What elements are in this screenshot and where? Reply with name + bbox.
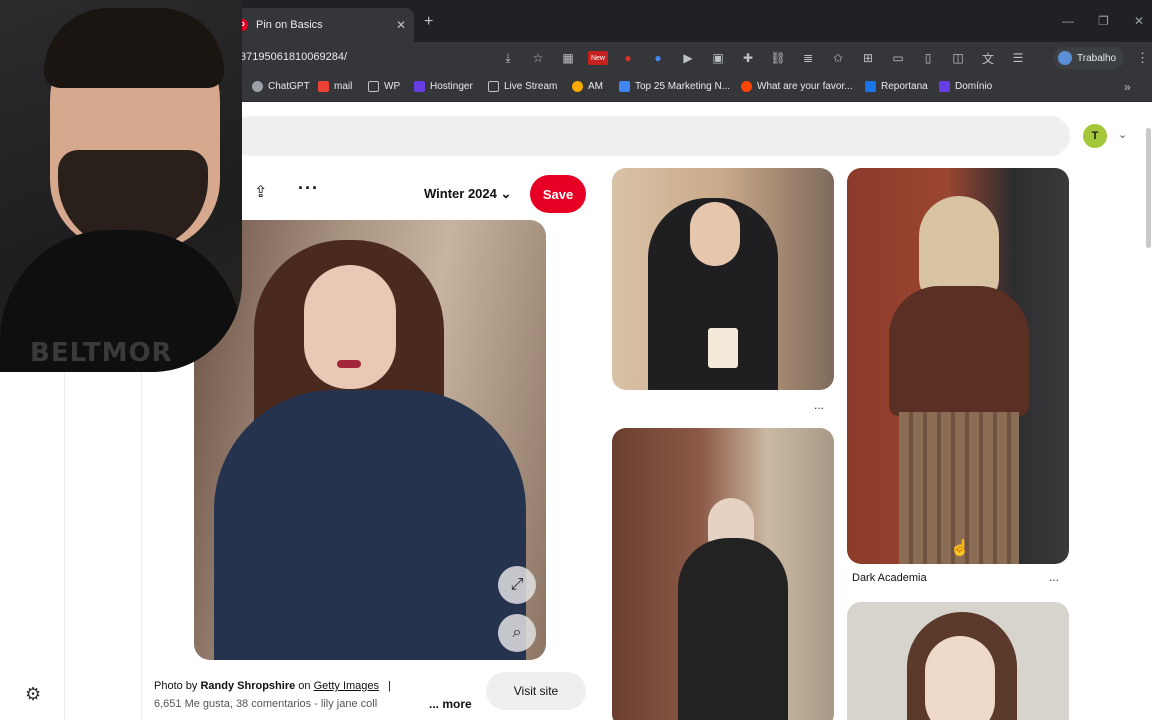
extension-new-icon[interactable]: New <box>588 51 608 65</box>
translate-icon[interactable]: 文 <box>978 48 998 68</box>
source-link[interactable]: Getty Images <box>314 680 379 692</box>
bookmark-item[interactable]: WP <box>368 81 400 92</box>
shirt-logo: BELTMOR <box>30 338 173 368</box>
pin-main-image[interactable]: ⤢ ⌕ <box>194 220 546 660</box>
chevron-down-icon: ⌄ <box>500 186 512 201</box>
address-bar[interactable]: 37195061810069284/ <box>240 51 347 63</box>
bookmark-item[interactable]: ChatGPT <box>252 81 310 92</box>
related-pin-2[interactable] <box>612 428 834 720</box>
folder-icon <box>488 81 499 92</box>
bookmark-item[interactable]: Domínio <box>939 81 992 92</box>
reddit-icon <box>741 81 752 92</box>
screen: P Pin on Basics ✕ + — ❐ ✕ 37195061810069… <box>0 0 1152 720</box>
image-shape <box>678 538 788 720</box>
trend-icon <box>619 81 630 92</box>
profile-avatar-icon <box>1058 51 1072 65</box>
collections-icon[interactable]: ⊞ <box>858 48 878 68</box>
extension-box-icon[interactable]: ▣ <box>708 48 728 68</box>
image-lips-shape <box>337 360 361 368</box>
bookmark-star-icon[interactable]: ☆ <box>528 48 548 68</box>
visual-search-icon[interactable]: ⌕ <box>498 614 536 652</box>
related-pin-3[interactable] <box>847 168 1069 564</box>
user-avatar[interactable]: T <box>1083 124 1107 148</box>
chatgpt-icon <box>252 81 263 92</box>
settings-gear-icon[interactable]: ⚙ <box>25 684 45 704</box>
image-face-shape <box>304 265 396 389</box>
more-description-link[interactable]: ... more <box>429 697 472 711</box>
reading-list-icon[interactable]: ☰ <box>1008 48 1028 68</box>
webcam-hair-shape <box>44 8 224 88</box>
hostinger-icon <box>414 81 425 92</box>
bookmark-item[interactable]: mail <box>318 81 352 92</box>
account-chevron-down-icon[interactable]: ⌄ <box>1118 128 1127 141</box>
sidebar-divider <box>141 372 142 720</box>
page-scrollbar[interactable] <box>1146 128 1151 248</box>
restore-icon[interactable]: ❐ <box>1098 14 1109 28</box>
visit-site-button[interactable]: Visit site <box>486 672 586 710</box>
profile-button[interactable]: Trabalho <box>1054 47 1125 69</box>
image-shape <box>690 202 740 266</box>
pin-menu-icon[interactable]: ... <box>1049 570 1059 584</box>
tab-close-icon[interactable]: ✕ <box>396 18 406 32</box>
more-options-icon[interactable]: ··· <box>298 178 319 199</box>
closeup-action-bar: ⇪ ··· Winter 2024 ⌄ Save <box>242 172 592 216</box>
board-name: Winter 2024 <box>424 186 497 201</box>
bookmark-item[interactable]: Live Stream <box>488 81 557 92</box>
related-pin-4[interactable] <box>847 602 1069 720</box>
folder-icon <box>368 81 379 92</box>
browser-menu-icon[interactable]: ⋮ <box>1136 50 1149 66</box>
mouse-cursor-icon: ☝ <box>950 540 970 557</box>
image-shape <box>925 636 995 720</box>
browser-tab[interactable]: P Pin on Basics ✕ <box>228 8 414 42</box>
dominio-icon <box>939 81 950 92</box>
search-input[interactable] <box>230 116 1070 156</box>
bookmark-item[interactable]: What are your favor... <box>741 81 853 92</box>
pin-title[interactable]: Dark Academia <box>852 572 927 584</box>
extension-grid-icon[interactable]: ▦ <box>558 48 578 68</box>
expand-icon[interactable]: ⤢ <box>498 566 536 604</box>
favorites-icon[interactable]: ✩ <box>828 48 848 68</box>
close-window-icon[interactable]: ✕ <box>1134 14 1144 28</box>
sidebar-divider <box>64 372 65 720</box>
share-icon[interactable]: ⇪ <box>254 182 267 202</box>
split-icon[interactable]: ◫ <box>948 48 968 68</box>
pin-attribution: Photo by Randy Shropshire on Getty Image… <box>154 680 391 692</box>
bookmark-item[interactable]: Reportana <box>865 81 928 92</box>
pin-stats: 6,651 Me gusta, 38 comentarios - lily ja… <box>154 698 378 710</box>
pin-menu-icon[interactable]: ... <box>814 398 824 412</box>
board-selector[interactable]: Winter 2024 ⌄ <box>424 186 511 202</box>
reportana-icon <box>865 81 876 92</box>
author-link[interactable]: Randy Shropshire <box>200 680 295 692</box>
gmail-icon <box>318 81 329 92</box>
webcam-overlay: BELTMOR <box>0 0 242 372</box>
install-icon[interactable]: ⤓ <box>498 48 518 68</box>
reader-icon[interactable]: ≣ <box>798 48 818 68</box>
toolbar-icons: ⤓ ☆ ▦ New ● ● ▶ ▣ ✚ ⛓ ≣ ✩ ⊞ ▭ ▯ ◫ 文 ☰ <box>498 48 1028 68</box>
image-shape <box>708 328 738 368</box>
minimize-icon[interactable]: — <box>1062 14 1074 28</box>
extension-red-icon[interactable]: ● <box>618 48 638 68</box>
bookmark-item[interactable]: Top 25 Marketing N... <box>619 81 730 92</box>
related-pin-1[interactable] <box>612 168 834 390</box>
am-icon <box>572 81 583 92</box>
extensions-puzzle-icon[interactable]: ✚ <box>738 48 758 68</box>
screen-icon[interactable]: ▭ <box>888 48 908 68</box>
tab-title: Pin on Basics <box>256 19 323 31</box>
profile-label: Trabalho <box>1077 52 1117 64</box>
save-button[interactable]: Save <box>530 175 586 213</box>
new-tab-button[interactable]: + <box>424 13 433 31</box>
image-sweater-shape <box>214 390 526 660</box>
bookmark-item[interactable]: AM <box>572 81 603 92</box>
bookmarks-overflow-icon[interactable]: » <box>1124 80 1131 94</box>
sidebar-icon[interactable]: ▯ <box>918 48 938 68</box>
bookmark-item[interactable]: Hostinger <box>414 81 473 92</box>
extension-video-icon[interactable]: ▶ <box>678 48 698 68</box>
extension-blue-icon[interactable]: ● <box>648 48 668 68</box>
link-icon[interactable]: ⛓ <box>768 48 788 68</box>
image-shape <box>889 286 1029 416</box>
